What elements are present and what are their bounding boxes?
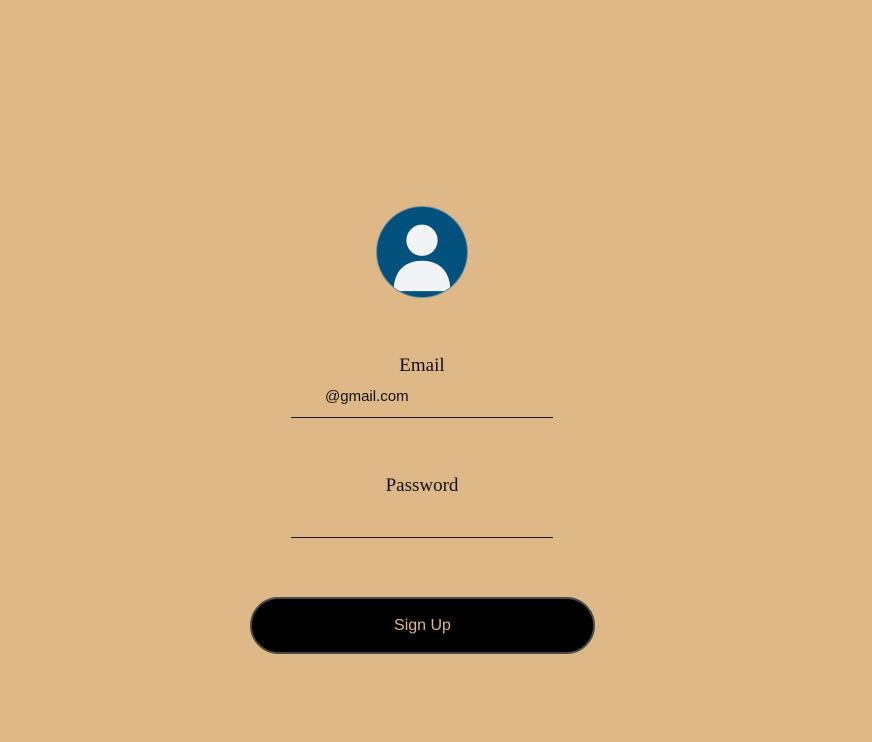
email-label: Email <box>399 355 445 376</box>
email-input[interactable] <box>291 388 553 418</box>
password-label: Password <box>385 475 459 496</box>
sign-up-button[interactable]: Sign Up <box>250 597 595 654</box>
password-input[interactable] <box>291 508 553 538</box>
user-avatar-icon <box>376 206 468 298</box>
